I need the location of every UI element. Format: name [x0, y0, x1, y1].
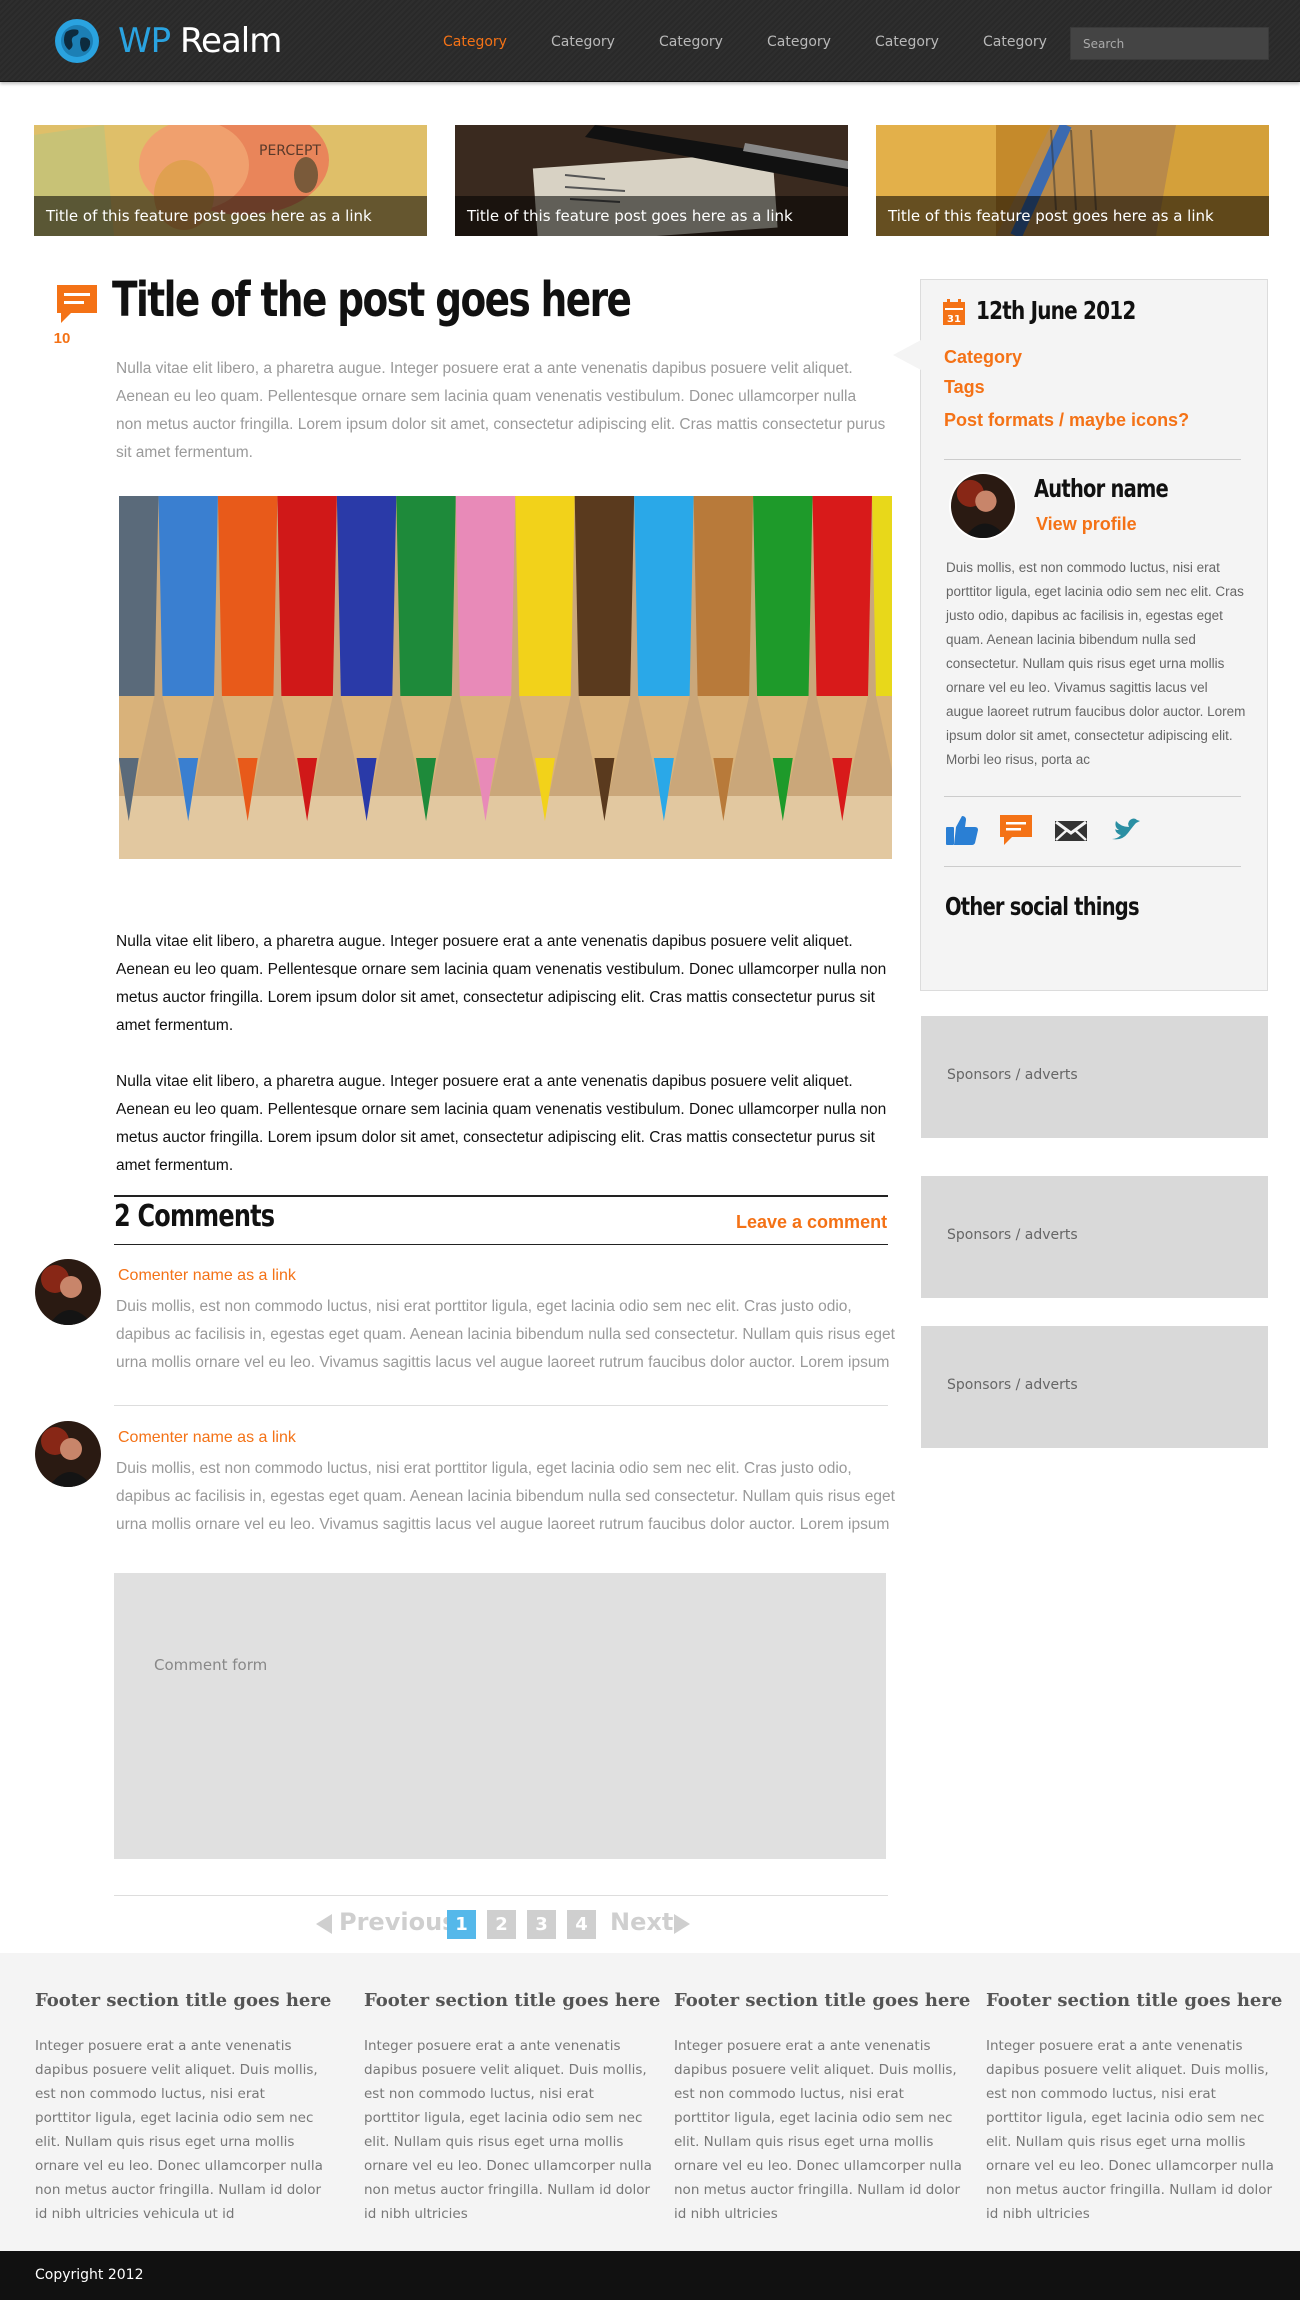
comments-divider — [114, 1244, 888, 1245]
copyright-bar — [0, 2251, 1300, 2300]
calendar-day: 31 — [947, 314, 961, 325]
comment-form-label: Comment form — [154, 1656, 268, 1674]
pencil-body — [158, 496, 218, 696]
pager-page-4[interactable]: 4 — [567, 1910, 596, 1939]
footer-section-title: Footer section title goes here — [674, 1990, 971, 2011]
pager-page-2[interactable]: 2 — [487, 1910, 516, 1939]
feature-post[interactable]: PERCEPT Title of this feature post goes … — [34, 125, 427, 236]
avatar-photo — [35, 1421, 101, 1487]
post-paragraph: Nulla vitae elit libero, a pharetra augu… — [116, 933, 887, 1034]
search-input[interactable] — [1070, 27, 1269, 60]
svg-text:PERCEPT: PERCEPT — [259, 143, 321, 159]
meta-tags-link[interactable]: Tags — [944, 377, 985, 398]
post-title: Title of the post goes here — [112, 272, 632, 328]
author-avatar[interactable] — [949, 472, 1017, 540]
feature-caption: Title of this feature post goes here as … — [34, 196, 427, 236]
pager-next[interactable]: Next — [610, 1908, 673, 1936]
feature-post[interactable]: Title of this feature post goes here as … — [455, 125, 848, 236]
sponsor-advert[interactable]: Sponsors / adverts — [921, 1176, 1268, 1298]
footer-section-text: Integer posuere erat a ante venenatis da… — [35, 2038, 323, 2222]
feature-caption: Title of this feature post goes here as … — [455, 196, 848, 236]
pager-page-3[interactable]: 3 — [527, 1910, 556, 1939]
commenter-name-link[interactable]: Comenter name as a link — [118, 1429, 296, 1447]
leave-comment-link[interactable]: Leave a comment — [736, 1212, 887, 1233]
nav-item-category[interactable]: Category — [875, 34, 939, 50]
globe-logo-icon[interactable] — [54, 18, 100, 64]
comment-text: Duis mollis, est non commodo luctus, nis… — [116, 1298, 895, 1371]
colored-pencils-image — [119, 496, 892, 859]
pager-divider — [114, 1895, 888, 1896]
post-paragraph: Nulla vitae elit libero, a pharetra augu… — [116, 1073, 887, 1174]
commenter-name-link[interactable]: Comenter name as a link — [118, 1267, 296, 1285]
footer-section-title: Footer section title goes here — [35, 1990, 332, 2011]
pencil-body — [336, 496, 397, 696]
pencil-body — [574, 496, 635, 696]
comment-form[interactable]: Comment form — [114, 1573, 886, 1859]
footer-section-title: Footer section title goes here — [364, 1990, 661, 2011]
previous-arrow-icon[interactable] — [314, 1913, 334, 1935]
comment-text: Duis mollis, est non commodo luctus, nis… — [116, 1460, 895, 1533]
comments-divider — [114, 1195, 888, 1197]
logo-realm: Realm — [179, 21, 282, 61]
nav-item-category[interactable]: Category — [659, 34, 723, 50]
sponsor-advert[interactable]: Sponsors / adverts — [921, 1016, 1268, 1138]
pencil-body — [277, 496, 337, 696]
footer-section-text: Integer posuere erat a ante venenatis da… — [364, 2038, 652, 2222]
footer-section-text: Integer posuere erat a ante venenatis da… — [674, 2038, 962, 2222]
commenter-avatar[interactable] — [35, 1421, 101, 1487]
nav-item-category[interactable]: Category — [551, 34, 615, 50]
view-profile-link[interactable]: View profile — [1036, 514, 1137, 535]
pencil-body — [693, 496, 754, 696]
copyright-text: Copyright 2012 — [35, 2267, 144, 2283]
nav-item-category[interactable]: Category — [767, 34, 831, 50]
comment-bubble-icon[interactable] — [54, 282, 100, 326]
calendar-icon: 31 — [943, 299, 965, 325]
site-logo[interactable]: WP Realm — [118, 18, 282, 64]
feature-post[interactable]: Title of this feature post goes here as … — [876, 125, 1269, 236]
pencil-body — [217, 496, 278, 696]
nav-item-category[interactable]: Category — [443, 34, 507, 50]
sponsor-label: Sponsors / adverts — [947, 1227, 1078, 1243]
logo-wp: WP — [118, 21, 171, 61]
comment-count[interactable]: 10 — [52, 330, 72, 347]
post-image — [119, 496, 892, 859]
pager-page-1[interactable]: 1 — [447, 1910, 476, 1939]
pencil-body — [634, 496, 694, 696]
sidebar-divider — [944, 866, 1241, 867]
nav-item-category[interactable]: Category — [983, 34, 1047, 50]
pencil-body — [515, 496, 575, 696]
pager-previous[interactable]: Previous — [339, 1908, 456, 1936]
footer-section-title: Footer section title goes here — [986, 1990, 1283, 2011]
sponsor-label: Sponsors / adverts — [947, 1067, 1078, 1083]
comment-divider — [114, 1405, 888, 1406]
post-date: 12th June 2012 — [976, 296, 1136, 325]
post-intro: Nulla vitae elit libero, a pharetra augu… — [116, 360, 886, 461]
feature-caption: Title of this feature post goes here as … — [876, 196, 1269, 236]
sponsor-advert[interactable]: Sponsors / adverts — [921, 1326, 1268, 1448]
avatar-photo — [951, 474, 1015, 538]
mail-icon[interactable] — [1053, 813, 1089, 847]
sponsor-label: Sponsors / adverts — [947, 1377, 1078, 1393]
sidebar-divider — [944, 796, 1241, 797]
thumbs-up-icon[interactable] — [944, 813, 980, 847]
sidebar-divider — [944, 459, 1241, 460]
meta-post-formats-link[interactable]: Post formats / maybe icons? — [944, 410, 1189, 431]
next-arrow-icon[interactable] — [672, 1913, 692, 1935]
author-bio: Duis mollis, est non commodo luctus, nis… — [946, 560, 1246, 767]
footer-section-text: Integer posuere erat a ante venenatis da… — [986, 2038, 1274, 2222]
pencil-body — [753, 496, 813, 696]
commenter-avatar[interactable] — [35, 1259, 101, 1325]
author-name: Author name — [1034, 474, 1169, 503]
pencil-body — [812, 496, 872, 696]
comments-title: 2 Comments — [114, 1199, 275, 1234]
sidebar-pointer — [893, 340, 921, 370]
pencil-body — [455, 496, 516, 696]
other-social-title: Other social things — [945, 892, 1140, 921]
pencil-body — [396, 496, 456, 696]
meta-category-link[interactable]: Category — [944, 347, 1022, 368]
twitter-bird-icon[interactable] — [1108, 813, 1144, 847]
avatar-photo — [35, 1259, 101, 1325]
pencil-body — [119, 496, 159, 696]
comment-icon[interactable] — [998, 813, 1034, 847]
